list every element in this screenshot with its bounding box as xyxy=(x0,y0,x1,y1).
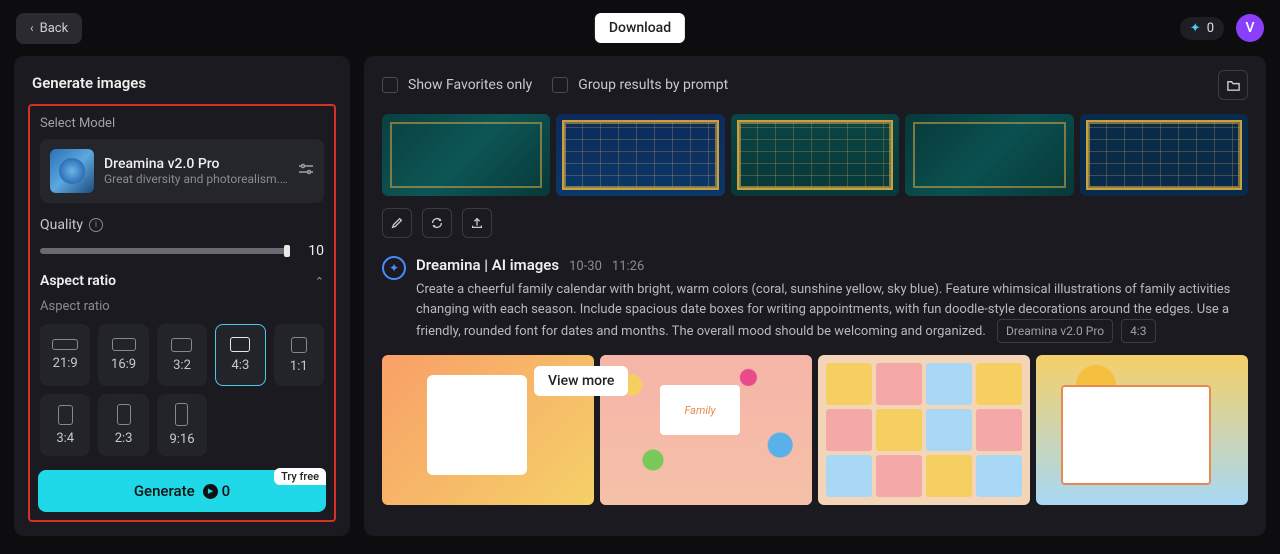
content-panel: Show Favorites only Group results by pro… xyxy=(364,56,1266,536)
model-desc: Great diversity and photorealism. Of... xyxy=(104,172,288,186)
credits-pill[interactable]: ✦ 0 xyxy=(1180,17,1224,40)
ratio-2-3[interactable]: 2:3 xyxy=(98,394,148,456)
prompt-date: 10-30 xyxy=(569,259,602,274)
quality-header: Quality i xyxy=(40,217,324,233)
ratio-3-2[interactable]: 3:2 xyxy=(157,324,207,386)
result-thumbnail[interactable] xyxy=(818,355,1030,505)
top-right-group: ✦ 0 V xyxy=(1180,14,1264,42)
chevron-left-icon: ‹ xyxy=(30,21,34,35)
folder-icon[interactable] xyxy=(1218,70,1248,100)
aspect-ratio-header[interactable]: Aspect ratio ⌃ xyxy=(40,273,324,289)
avatar[interactable]: V xyxy=(1236,14,1264,42)
quality-slider-row: 10 xyxy=(40,243,324,259)
ratio-9-16[interactable]: 9:16 xyxy=(157,394,207,456)
sidebar-title: Generate images xyxy=(32,74,332,92)
content-toolbar: Show Favorites only Group results by pro… xyxy=(364,56,1266,114)
prompt-block: Dreamina | AI images 10-30 11:26 Create … xyxy=(364,250,1266,355)
sparkle-icon xyxy=(382,256,406,280)
quality-slider[interactable] xyxy=(40,248,290,254)
highlighted-section: Select Model Dreamina v2.0 Pro Great div… xyxy=(28,104,336,522)
prompt-time: 11:26 xyxy=(612,259,644,274)
view-more-button[interactable]: View more xyxy=(534,366,628,396)
info-icon[interactable]: i xyxy=(89,218,103,232)
show-favorites-toggle[interactable]: Show Favorites only xyxy=(382,77,532,93)
sidebar: Generate images Select Model Dreamina v2… xyxy=(14,56,350,536)
aspect-ratio-sub-label: Aspect ratio xyxy=(40,299,324,314)
credits-value: 0 xyxy=(1207,21,1214,36)
family-badge: Family xyxy=(660,385,740,435)
chevron-up-icon[interactable]: ⌃ xyxy=(315,275,324,288)
aspect-ratio-title: Aspect ratio xyxy=(40,273,116,289)
model-thumbnail xyxy=(50,149,94,193)
model-info: Dreamina v2.0 Pro Great diversity and ph… xyxy=(104,156,288,186)
result-actions xyxy=(364,196,1266,250)
regenerate-icon[interactable] xyxy=(422,208,452,238)
prompt-body: Create a cheerful family calendar with b… xyxy=(416,280,1248,343)
result-thumbnail[interactable] xyxy=(382,114,550,196)
model-settings-icon[interactable] xyxy=(298,161,314,181)
ratio-21-9[interactable]: 21:9 xyxy=(40,324,90,386)
quality-label: Quality xyxy=(40,217,83,233)
generate-button[interactable]: Try free Generate 0 xyxy=(38,470,326,512)
back-button[interactable]: ‹ Back xyxy=(16,13,82,44)
result-thumbnail[interactable] xyxy=(556,114,724,196)
edit-icon[interactable] xyxy=(382,208,412,238)
ratio-tag[interactable]: 4:3 xyxy=(1121,319,1155,343)
model-tag[interactable]: Dreamina v2.0 Pro xyxy=(997,319,1113,343)
credits-icon: ✦ xyxy=(1190,21,1201,36)
model-selector[interactable]: Dreamina v2.0 Pro Great diversity and ph… xyxy=(40,139,324,203)
result-thumbnail[interactable] xyxy=(1080,114,1248,196)
model-name: Dreamina v2.0 Pro xyxy=(104,156,288,172)
result-row-2: Family xyxy=(364,355,1266,505)
top-bar: ‹ Back Download ✦ 0 V xyxy=(0,0,1280,56)
generate-cost: 0 xyxy=(203,482,231,500)
share-icon[interactable] xyxy=(462,208,492,238)
result-row-1 xyxy=(364,114,1266,196)
generate-label: Generate xyxy=(134,482,195,500)
try-free-badge: Try free xyxy=(274,468,326,485)
aspect-ratio-grid: 21:9 16:9 3:2 4:3 1:1 3:4 2:3 9:16 xyxy=(40,324,324,456)
ratio-1-1[interactable]: 1:1 xyxy=(274,324,324,386)
back-label: Back xyxy=(40,21,69,36)
download-button[interactable]: Download xyxy=(595,13,685,43)
select-model-label: Select Model xyxy=(40,116,324,131)
result-thumbnail[interactable]: Family xyxy=(600,355,812,505)
quality-value: 10 xyxy=(302,243,324,259)
ratio-4-3[interactable]: 4:3 xyxy=(215,324,265,386)
result-thumbnail[interactable] xyxy=(1036,355,1248,505)
result-thumbnail[interactable] xyxy=(731,114,899,196)
checkbox-icon[interactable] xyxy=(382,77,398,93)
ratio-16-9[interactable]: 16:9 xyxy=(98,324,148,386)
result-thumbnail[interactable] xyxy=(905,114,1073,196)
credits-icon xyxy=(203,484,218,499)
checkbox-icon[interactable] xyxy=(552,77,568,93)
prompt-source: Dreamina | AI images xyxy=(416,256,559,274)
ratio-3-4[interactable]: 3:4 xyxy=(40,394,90,456)
group-results-toggle[interactable]: Group results by prompt xyxy=(552,77,728,93)
